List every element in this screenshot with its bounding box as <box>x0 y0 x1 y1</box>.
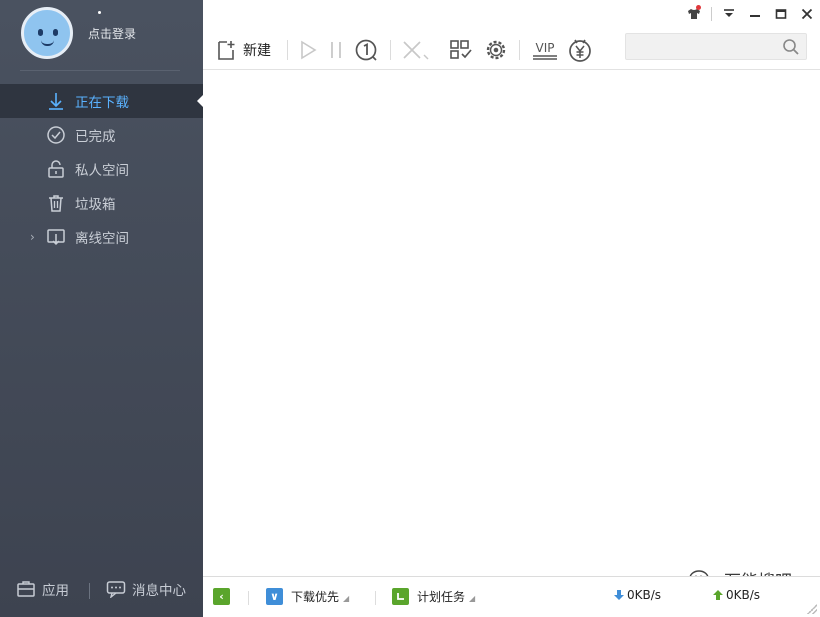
toolbar-divider <box>519 40 520 60</box>
delete-x-icon <box>403 41 429 60</box>
money-bag-icon <box>569 39 591 62</box>
avatar-eye <box>38 29 43 36</box>
sidebar-item-downloading[interactable]: 正在下载 <box>0 84 203 118</box>
dropdown-triangle-icon: ◢ <box>343 594 350 603</box>
message-center-button[interactable]: 消息中心 <box>106 579 186 599</box>
sidebar-item-trash[interactable]: 垃圾箱 <box>0 186 203 220</box>
maximize-icon <box>775 9 787 19</box>
check-circle-icon <box>47 126 65 144</box>
sidebar-item-label: 私人空间 <box>75 163 129 179</box>
notification-dot <box>696 5 701 10</box>
username-placeholder <box>98 11 101 14</box>
status-bar: ‹ ∨ 下载优先 ◢ 计划任务 ◢ 0KB/s 0KB/s <box>203 576 820 617</box>
wealth-button[interactable] <box>567 36 593 64</box>
vip-icon: VIP <box>533 41 557 60</box>
minimize-button[interactable] <box>742 0 768 28</box>
gear-icon <box>486 40 506 60</box>
menu-chevron-icon <box>724 9 734 17</box>
apps-button[interactable]: 应用 <box>16 579 69 599</box>
user-avatar[interactable] <box>21 7 73 59</box>
pause-icon <box>331 42 341 58</box>
menu-dropdown-button[interactable] <box>716 0 742 28</box>
download-speed-value: 0KB/s <box>627 588 662 602</box>
apps-label: 应用 <box>42 583 69 599</box>
settings-button[interactable] <box>484 36 508 64</box>
sidebar-footer: 应用 消息中心 <box>0 567 203 617</box>
down-arrow-icon <box>614 590 624 600</box>
sidebar-item-label: 垃圾箱 <box>75 197 116 213</box>
cloud-download-icon <box>47 229 65 246</box>
resize-grip[interactable] <box>807 604 817 614</box>
close-button[interactable] <box>794 0 820 28</box>
speed-limit-button[interactable] <box>354 36 378 64</box>
search-icon[interactable] <box>782 38 800 56</box>
download-arrow-icon <box>49 93 63 110</box>
upload-speed-value: 0KB/s <box>726 588 761 602</box>
window-controls <box>681 0 820 28</box>
collapse-sidebar-button[interactable]: ‹ <box>213 588 230 605</box>
main-panel: 新建 VIP ‹ ∨ 下载优先 ◢ 计划任务 ◢ 0KB/s 0KB/s <box>203 0 820 617</box>
search-input[interactable] <box>626 34 776 59</box>
chat-bubble-icon <box>106 581 126 598</box>
login-link[interactable]: 点击登录 <box>88 25 136 42</box>
task-list-area[interactable] <box>203 71 820 576</box>
app-window: 点击登录 正在下载 已完成 私人空间 垃圾箱 › 离线空间 应用 消息中心 新建… <box>0 0 820 617</box>
up-arrow-icon <box>713 590 723 600</box>
toolbar-divider <box>390 40 391 60</box>
sidebar-item-offline-space[interactable]: › 离线空间 <box>0 220 203 254</box>
download-speed: 0KB/s <box>613 588 661 602</box>
skin-button[interactable] <box>681 0 707 28</box>
chevron-right-icon[interactable]: › <box>30 230 35 244</box>
lock-icon <box>48 160 64 178</box>
new-task-label: 新建 <box>243 43 271 59</box>
qr-code-icon <box>450 40 472 59</box>
toolbar: 新建 VIP <box>203 30 820 70</box>
play-icon <box>301 40 317 60</box>
scheduled-task-button[interactable]: 计划任务 ◢ <box>392 588 475 605</box>
status-divider <box>248 591 249 605</box>
toolbox-icon <box>17 581 35 597</box>
upload-speed: 0KB/s <box>712 588 760 602</box>
sidebar-divider <box>20 70 180 71</box>
priority-label: 下载优先 <box>291 590 340 604</box>
titlebar-divider <box>711 7 712 21</box>
minimize-icon <box>750 15 760 17</box>
search-box <box>625 33 807 60</box>
download-priority-button[interactable]: ∨ 下载优先 ◢ <box>266 588 349 605</box>
new-task-button[interactable]: 新建 <box>215 36 271 64</box>
pause-button[interactable] <box>329 36 343 64</box>
trash-icon <box>49 195 63 212</box>
delete-button[interactable] <box>401 36 431 64</box>
clock-icon <box>392 588 409 605</box>
sidebar-item-label: 正在下载 <box>75 95 129 111</box>
message-center-label: 消息中心 <box>132 583 186 599</box>
start-button[interactable] <box>298 36 318 64</box>
close-icon <box>801 8 813 20</box>
qr-code-button[interactable] <box>449 36 473 64</box>
avatar-mouth <box>41 40 54 46</box>
toolbar-divider <box>287 40 288 60</box>
sidebar-item-label: 已完成 <box>75 129 116 145</box>
speed-limit-icon <box>355 39 377 61</box>
sidebar-item-completed[interactable]: 已完成 <box>0 118 203 152</box>
vip-button[interactable]: VIP <box>530 36 560 64</box>
priority-chevron-icon: ∨ <box>266 588 283 605</box>
dropdown-triangle-icon: ◢ <box>469 594 476 603</box>
footer-divider <box>89 583 90 599</box>
maximize-button[interactable] <box>768 0 794 28</box>
chevron-left-icon: ‹ <box>213 588 230 605</box>
avatar-eye <box>53 29 58 36</box>
sidebar-item-label: 离线空间 <box>75 231 129 247</box>
sidebar-item-private-space[interactable]: 私人空间 <box>0 152 203 186</box>
status-divider <box>375 591 376 605</box>
new-file-icon <box>218 41 235 60</box>
sidebar: 点击登录 正在下载 已完成 私人空间 垃圾箱 › 离线空间 应用 消息中心 <box>0 0 203 617</box>
schedule-label: 计划任务 <box>417 590 466 604</box>
vip-label: VIP <box>536 41 555 55</box>
